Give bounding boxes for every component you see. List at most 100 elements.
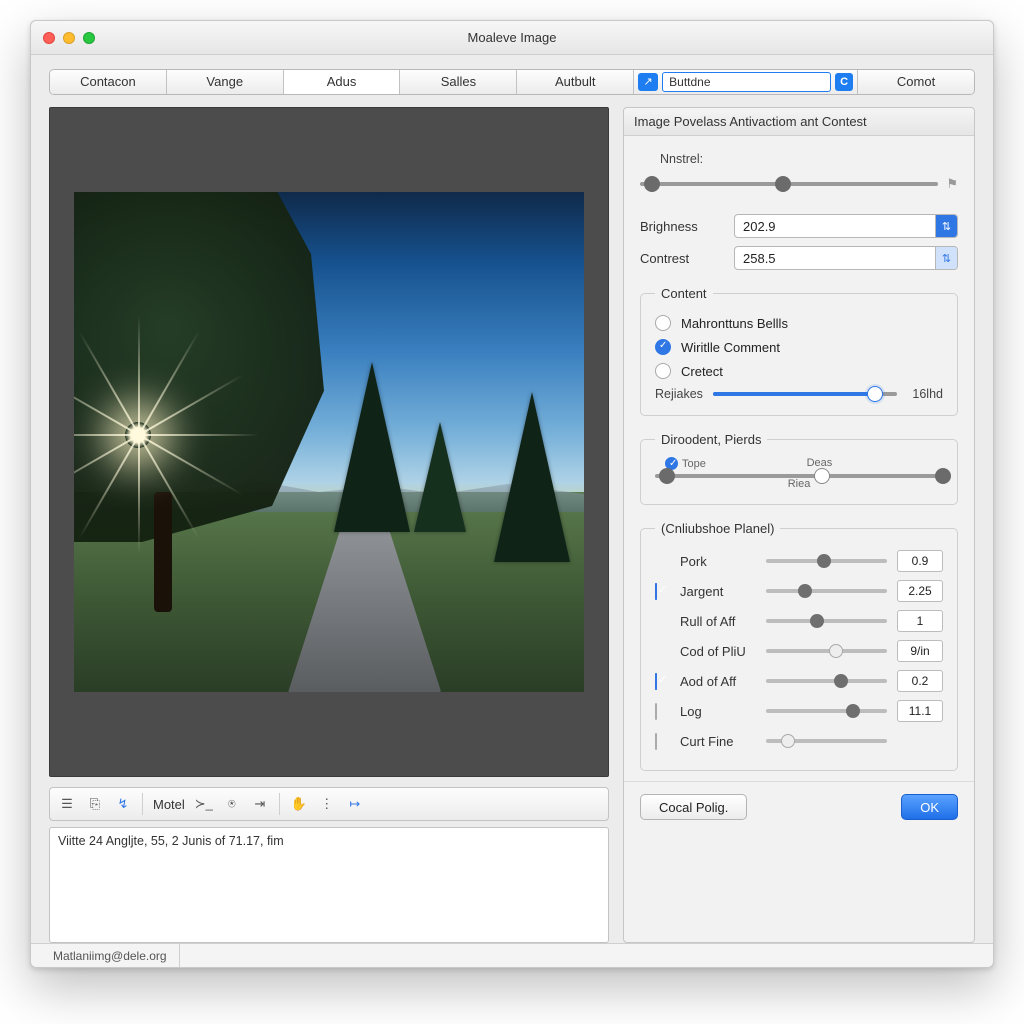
shield-icon[interactable]: ⍟ [223,795,241,813]
nnstrel-slider[interactable]: Nnstrel: [640,152,958,166]
diroodent-thumb-mid[interactable] [814,468,830,484]
right-column: Image Povelass Antivactiom ant Contest N… [623,105,975,943]
param-thumb[interactable] [846,704,860,718]
tab-contacon[interactable]: Contacon [50,70,167,94]
param-thumb[interactable] [834,674,848,688]
param-row: Log 11.1 [655,696,943,726]
flag-icon[interactable]: ⚑ [946,176,958,192]
param-row: Cod of PliU 9/in [655,636,943,666]
list-icon[interactable]: ☰ [58,795,76,813]
param-checkbox[interactable] [655,583,657,600]
rejakes-value: 16lhd [907,387,943,401]
contrast-input[interactable] [735,251,935,266]
nnstrel-label: Nnstrel: [660,152,703,166]
param-label: Aod of Aff [680,674,756,689]
step-icon[interactable]: ⇥ [251,795,269,813]
settings-panel: Image Povelass Antivactiom ant Contest N… [623,107,975,943]
param-row: Curt Fine [655,726,943,756]
param-thumb[interactable] [781,734,795,748]
param-slider[interactable] [766,559,887,563]
toolbar-divider-2 [279,793,280,815]
preview-photo [74,192,584,692]
brightness-stepper[interactable]: ⇅ [935,215,957,237]
param-slider[interactable] [766,589,887,593]
log-output[interactable]: Viitte 24 Angljte, 55, 2 Junis of 71.17,… [49,827,609,943]
param-value[interactable]: 0.2 [897,670,943,692]
toolbar-divider [142,793,143,815]
nnstrel-thumb-left[interactable] [644,176,660,192]
param-label: Cod of PliU [680,644,756,659]
param-checkbox[interactable] [655,673,657,690]
param-slider[interactable] [766,709,887,713]
tab-comot[interactable]: Comot [858,70,974,94]
param-thumb[interactable] [798,584,812,598]
tab-salles[interactable]: Salles [400,70,517,94]
nnstrel-thumb-right[interactable] [775,176,791,192]
param-value[interactable]: 0.9 [897,550,943,572]
content-opt2[interactable]: Wiritlle Comment [655,335,943,359]
param-slider[interactable] [766,619,887,623]
rejakes-slider[interactable]: Rejiakes 16lhd [655,387,943,401]
search-input[interactable] [662,72,831,92]
contrast-stepper[interactable]: ⇅ [935,247,957,269]
dots-icon[interactable]: ⋮ [318,795,336,813]
brightness-label: Brighness [640,219,724,234]
diroodent-thumb-left[interactable] [659,468,675,484]
ok-button[interactable]: OK [901,794,958,820]
param-row: Pork 0.9 [655,546,943,576]
search-expand-icon[interactable]: ↗ [638,73,658,91]
radio-icon[interactable] [655,339,671,355]
content-group: Content Mahronttuns Bellls Wiritlle Comm… [640,286,958,416]
cocal-polig-button[interactable]: Cocal Polig. [640,794,747,820]
param-value[interactable]: 11.1 [897,700,943,722]
tab-adus[interactable]: Adus [284,70,401,94]
hand-icon[interactable]: ✋ [290,795,308,813]
radio-icon[interactable] [655,315,671,331]
param-label: Pork [680,554,756,569]
contrast-field[interactable]: ⇅ [734,246,958,270]
clipboard-icon[interactable]: ⎘ [86,795,104,813]
search-cap-icon[interactable]: C [835,73,853,91]
param-checkbox[interactable] [655,733,657,750]
param-value[interactable]: 9/in [897,640,943,662]
radio-icon[interactable] [655,363,671,379]
param-slider[interactable] [766,679,887,683]
param-checkbox[interactable] [655,703,657,720]
brightness-field[interactable]: ⇅ [734,214,958,238]
content-opt1-label: Mahronttuns Bellls [681,316,788,331]
tab-bar: Contacon Vange Adus Salles Autbult ↗ C C… [49,69,975,95]
status-user[interactable]: Matlaniimg@dele.org [41,944,180,967]
diroodent-group: Diroodent, Pierds Tope Deas [640,432,958,505]
param-slider[interactable] [766,649,887,653]
redo-icon[interactable]: ↦ [346,795,364,813]
param-label: Jargent [680,584,756,599]
tab-search[interactable]: ↗ C [634,70,858,94]
left-column: ☰ ⎘ ↯ Motel ≻_ ⍟ ⇥ ✋ ⋮ ↦ Viitte 24 Anglj… [49,105,609,943]
tab-autbult[interactable]: Autbult [517,70,634,94]
param-slider[interactable] [766,739,887,743]
window-title: Moaleve Image [31,30,993,45]
image-preview[interactable] [49,107,609,777]
param-value[interactable]: 2.25 [897,580,943,602]
content-opt1[interactable]: Mahronttuns Bellls [655,311,943,335]
riea-label: Riea [788,478,811,490]
param-thumb[interactable] [810,614,824,628]
refresh-icon[interactable]: ↯ [114,795,132,813]
param-thumb[interactable] [817,554,831,568]
nnstrel-track[interactable] [640,182,938,186]
rejakes-track[interactable] [713,392,897,396]
param-value[interactable]: 1 [897,610,943,632]
content-opt3-label: Cretect [681,364,723,379]
diroodent-thumb-right[interactable] [935,468,951,484]
content-legend: Content [655,286,713,301]
content-opt3[interactable]: Cretect [655,359,943,383]
diroodent-track[interactable] [655,474,943,478]
tope-label: Tope [682,458,706,470]
param-thumb[interactable] [829,644,843,658]
brightness-input[interactable] [735,219,935,234]
rejakes-thumb[interactable] [867,386,883,402]
diroodent-slider[interactable] [655,474,943,478]
terminal-icon[interactable]: ≻_ [195,795,213,813]
tab-vange[interactable]: Vange [167,70,284,94]
param-label: Log [680,704,756,719]
